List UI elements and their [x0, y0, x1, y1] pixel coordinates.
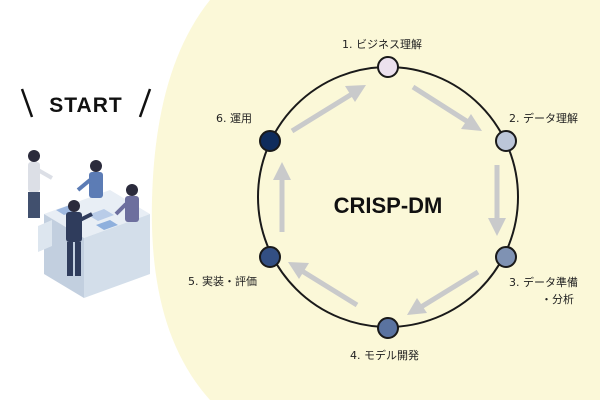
node-model-development — [377, 317, 399, 339]
node-deployment-evaluation — [259, 246, 281, 268]
step-label-model-development: 4. モデル開発 — [350, 349, 419, 362]
node-business-understanding — [377, 56, 399, 78]
step-label-data-preparation: 3. データ準備 — [509, 276, 578, 289]
person-man-middle — [76, 160, 103, 198]
diagram-title: CRISP-DM — [334, 193, 443, 218]
step-label-data-preparation-line2: ・分析 — [541, 293, 574, 306]
step-label-operation: 6. 運用 — [216, 112, 252, 125]
node-data-understanding — [495, 130, 517, 152]
slash-left-icon — [20, 88, 34, 118]
step-label-data-understanding: 2. データ理解 — [509, 112, 578, 125]
business-team-meeting-illustration — [28, 150, 150, 298]
crisp-dm-diagram: CRISP-DM START — [20, 0, 600, 400]
node-operation — [259, 130, 281, 152]
slash-right-icon — [138, 88, 152, 118]
start-text: START — [49, 94, 122, 117]
person-woman-left — [28, 150, 53, 218]
step-label-deployment-evaluation: 5. 実装・評価 — [188, 275, 257, 288]
node-data-preparation — [495, 246, 517, 268]
step-label-business-understanding: 1. ビジネス理解 — [342, 38, 422, 51]
start-label: START — [20, 88, 152, 118]
